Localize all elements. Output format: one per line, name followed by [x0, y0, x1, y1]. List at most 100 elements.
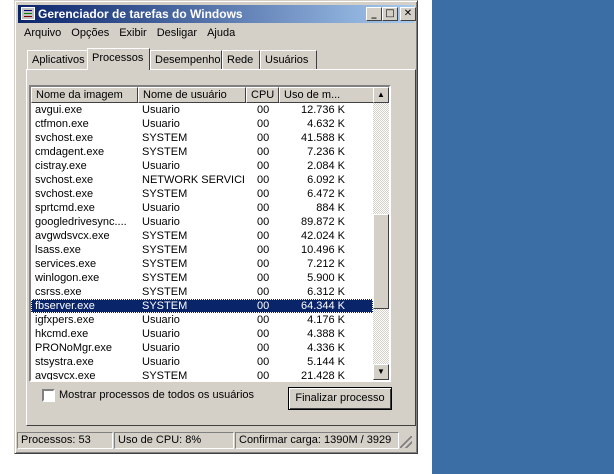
process-memory: 6.472 K	[307, 188, 345, 200]
process-list[interactable]: Nome da imagem Nome de usuário CPU Uso d…	[29, 85, 391, 382]
maximize-button[interactable]: □	[382, 7, 398, 21]
process-row[interactable]: hkcmd.exe Usuario 00 4.388 K	[31, 327, 373, 341]
process-image-name: services.exe	[35, 258, 97, 270]
process-row[interactable]: cistray.exe Usuario 00 2.084 K	[31, 159, 373, 173]
process-memory: 5.144 K	[307, 356, 345, 368]
process-memory: 64.344 K	[300, 300, 345, 312]
process-image-name: PRONoMgr.exe	[35, 342, 113, 354]
process-memory: 7.212 K	[307, 258, 345, 270]
process-image-name: avgui.exe	[35, 104, 83, 116]
minimize-button[interactable]: _	[366, 7, 382, 21]
menu-exibir[interactable]: Exibir	[114, 25, 152, 39]
tab-processos[interactable]: Processos	[87, 48, 150, 70]
process-user-name: SYSTEM	[142, 244, 188, 256]
close-button[interactable]: ✕	[400, 7, 416, 21]
menu-ajuda[interactable]: Ajuda	[202, 25, 240, 39]
process-memory: 12.736 K	[300, 104, 345, 116]
process-row[interactable]: avgwdsvcx.exe SYSTEM 00 42.024 K	[31, 229, 373, 243]
desktop-background	[432, 0, 614, 474]
column-cpu[interactable]: CPU	[246, 87, 279, 103]
tab-rede[interactable]: Rede	[222, 50, 260, 69]
process-cpu: 00	[257, 118, 270, 130]
process-cpu: 00	[257, 146, 270, 158]
status-cpu-usage: Uso de CPU: 8%	[114, 432, 234, 449]
process-cpu: 00	[257, 174, 270, 186]
process-row[interactable]: sprtcmd.exe Usuario 00 884 K	[31, 201, 373, 215]
tab-usuarios[interactable]: Usuários	[260, 50, 317, 69]
process-row[interactable]: igfxpers.exe Usuario 00 4.176 K	[31, 313, 373, 327]
scroll-up-arrow-icon[interactable]: ▲	[373, 87, 389, 103]
scroll-thumb[interactable]	[373, 214, 389, 309]
process-memory: 10.496 K	[300, 244, 345, 256]
process-user-name: NETWORK SERVICE	[142, 174, 244, 186]
process-row[interactable]: avgui.exe Usuario 00 12.736 K	[31, 103, 373, 117]
show-all-users-checkbox[interactable]	[42, 389, 55, 402]
process-cpu: 00	[257, 160, 270, 172]
tab-aplicativos[interactable]: Aplicativos	[27, 50, 88, 69]
resize-grip-icon[interactable]	[400, 436, 412, 448]
process-row[interactable]: cmdagent.exe SYSTEM 00 7.236 K	[31, 145, 373, 159]
process-memory: 4.336 K	[307, 342, 345, 354]
process-user-name: Usuario	[142, 356, 180, 368]
process-row[interactable]: avgsvcx.exe SYSTEM 00 21.428 K	[31, 369, 373, 382]
process-cpu: 00	[257, 356, 270, 368]
status-process-count: Processos: 53	[17, 432, 113, 449]
process-user-name: SYSTEM	[142, 300, 188, 312]
vertical-scrollbar[interactable]: ▲ ▼	[373, 87, 389, 380]
process-image-name: avgsvcx.exe	[35, 370, 96, 382]
process-user-name: SYSTEM	[142, 230, 188, 242]
process-row[interactable]: PRONoMgr.exe Usuario 00 4.336 K	[31, 341, 373, 355]
process-memory: 41.588 K	[300, 132, 345, 144]
scroll-down-arrow-icon[interactable]: ▼	[373, 364, 389, 380]
menu-arquivo[interactable]: Arquivo	[19, 25, 66, 39]
process-cpu: 00	[257, 244, 270, 256]
process-row[interactable]: fbserver.exe SYSTEM 00 64.344 K	[31, 299, 373, 313]
process-memory: 42.024 K	[300, 230, 345, 242]
column-memory-usage[interactable]: Uso de m...	[279, 87, 374, 103]
process-cpu: 00	[257, 328, 270, 340]
process-user-name: SYSTEM	[142, 286, 188, 298]
process-image-name: lsass.exe	[35, 244, 81, 256]
process-row[interactable]: csrss.exe SYSTEM 00 6.312 K	[31, 285, 373, 299]
process-row[interactable]: ctfmon.exe Usuario 00 4.632 K	[31, 117, 373, 131]
process-memory: 884 K	[316, 202, 345, 214]
process-rows: avgui.exe Usuario 00 12.736 K ctfmon.exe Usua…	[31, 103, 373, 382]
tab-desempenho[interactable]: Desempenho	[150, 50, 222, 69]
process-row[interactable]: svchost.exe SYSTEM 00 41.588 K	[31, 131, 373, 145]
process-memory: 5.900 K	[307, 272, 345, 284]
process-row[interactable]: stsystra.exe Usuario 00 5.144 K	[31, 355, 373, 369]
process-memory: 6.092 K	[307, 174, 345, 186]
status-commit-charge: Confirmar carga: 1390M / 3929	[235, 432, 399, 449]
process-image-name: svchost.exe	[35, 188, 94, 200]
process-row[interactable]: winlogon.exe SYSTEM 00 5.900 K	[31, 271, 373, 285]
title-bar[interactable]: Gerenciador de tarefas do Windows _ □ ✕	[18, 5, 416, 23]
process-image-name: cistray.exe	[35, 160, 87, 172]
process-memory: 6.312 K	[307, 286, 345, 298]
window-title: Gerenciador de tarefas do Windows	[38, 7, 243, 21]
process-cpu: 00	[257, 216, 270, 228]
process-row[interactable]: googledrivesync.... Usuario 00 89.872 K	[31, 215, 373, 229]
process-user-name: SYSTEM	[142, 272, 188, 284]
column-user-name[interactable]: Nome de usuário	[138, 87, 246, 103]
menu-opcoes[interactable]: Opções	[66, 25, 114, 39]
process-cpu: 00	[257, 342, 270, 354]
process-cpu: 00	[257, 370, 270, 382]
process-user-name: Usuario	[142, 216, 180, 228]
process-row[interactable]: lsass.exe SYSTEM 00 10.496 K	[31, 243, 373, 257]
process-row[interactable]: services.exe SYSTEM 00 7.212 K	[31, 257, 373, 271]
process-cpu: 00	[257, 272, 270, 284]
process-row[interactable]: svchost.exe SYSTEM 00 6.472 K	[31, 187, 373, 201]
process-memory: 21.428 K	[300, 370, 345, 382]
process-memory: 2.084 K	[307, 160, 345, 172]
process-image-name: ctfmon.exe	[35, 118, 89, 130]
column-image-name[interactable]: Nome da imagem	[31, 87, 138, 103]
process-image-name: sprtcmd.exe	[35, 202, 95, 214]
show-all-users-label[interactable]: Mostrar processos de todos os usuários	[59, 389, 254, 401]
process-row[interactable]: svchost.exe NETWORK SERVICE 00 6.092 K	[31, 173, 373, 187]
process-image-name: winlogon.exe	[35, 272, 100, 284]
end-process-button[interactable]: Finalizar processo	[288, 387, 392, 410]
menu-desligar[interactable]: Desligar	[152, 25, 202, 39]
process-image-name: svchost.exe	[35, 174, 94, 186]
process-user-name: SYSTEM	[142, 188, 188, 200]
process-memory: 4.388 K	[307, 328, 345, 340]
